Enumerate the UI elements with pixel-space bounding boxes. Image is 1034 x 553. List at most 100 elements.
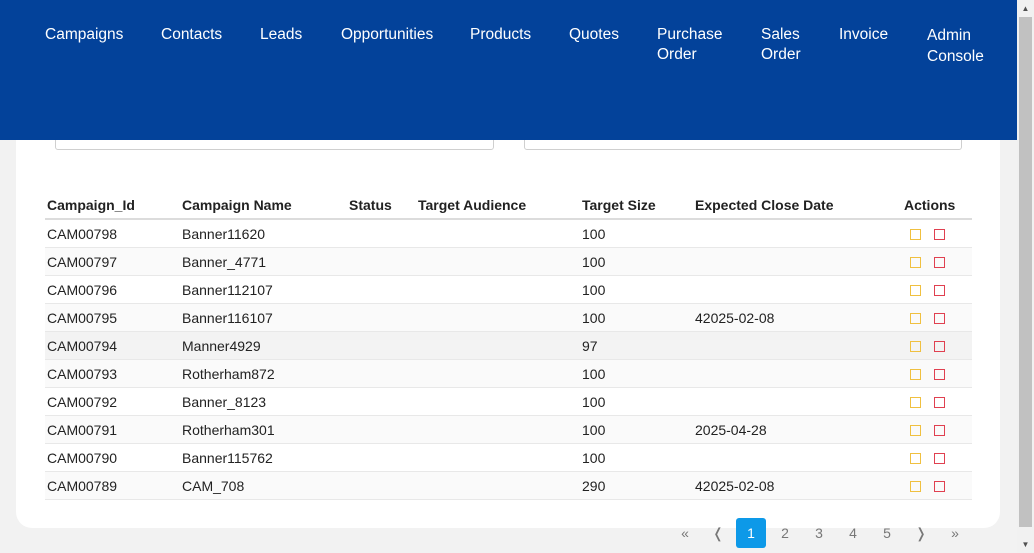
last-page-button[interactable]: » — [940, 518, 970, 548]
prev-page-button[interactable]: ❬ — [703, 518, 733, 548]
edit-icon[interactable] — [910, 453, 921, 465]
cell-target-audience — [416, 415, 580, 444]
page-1-button[interactable]: 1 — [736, 518, 766, 548]
cell-status — [347, 275, 416, 304]
edit-icon[interactable] — [910, 425, 921, 437]
header-target-size[interactable]: Target Size — [580, 191, 693, 220]
nav-purchase-order-line1: Purchase — [657, 26, 723, 43]
table-row[interactable]: CAM00790 Banner115762 100 — [45, 443, 972, 472]
page-3-button[interactable]: 3 — [804, 518, 834, 548]
table-row[interactable]: CAM00797 Banner_4771 100 — [45, 247, 972, 276]
page-2-button[interactable]: 2 — [770, 518, 800, 548]
cell-campaign-name: Banner_8123 — [180, 387, 347, 416]
edit-icon[interactable] — [910, 341, 921, 353]
table-row[interactable]: CAM00798 Banner11620 100 — [45, 219, 972, 248]
cell-status — [347, 443, 416, 472]
nav-sales-order-line2: Order — [761, 46, 801, 63]
cell-campaign-name: Rotherham301 — [180, 415, 347, 444]
vertical-scrollbar[interactable]: ▲ ▼ — [1017, 0, 1034, 553]
page-5-button[interactable]: 5 — [872, 518, 902, 548]
edit-icon[interactable] — [910, 481, 921, 493]
table-row[interactable]: CAM00796 Banner112107 100 — [45, 275, 972, 304]
cell-target-size: 100 — [580, 387, 693, 416]
nav-leads[interactable]: Leads — [260, 25, 302, 45]
delete-icon[interactable] — [934, 481, 945, 493]
edit-icon[interactable] — [910, 369, 921, 381]
cell-campaign-id: CAM00789 — [45, 471, 180, 500]
delete-icon[interactable] — [934, 453, 945, 465]
table-row[interactable]: CAM00793 Rotherham872 100 — [45, 359, 972, 388]
nav-invoice[interactable]: Invoice — [839, 25, 888, 45]
delete-icon[interactable] — [934, 425, 945, 437]
page-4-button[interactable]: 4 — [838, 518, 868, 548]
nav-purchase-order[interactable]: Purchase Order — [657, 25, 722, 65]
cell-status — [347, 219, 416, 248]
next-page-button[interactable]: ❭ — [906, 518, 936, 548]
nav-campaigns[interactable]: Campaigns — [45, 25, 123, 45]
nav-admin-console[interactable]: Admin Console — [927, 25, 984, 67]
cell-expected-close-date: 42025-02-08 — [693, 303, 902, 332]
cell-target-audience — [416, 247, 580, 276]
delete-icon[interactable] — [934, 369, 945, 381]
cell-target-size: 100 — [580, 219, 693, 248]
table-row[interactable]: CAM00794 Manner4929 97 — [45, 331, 972, 360]
edit-icon[interactable] — [910, 257, 921, 269]
cell-expected-close-date — [693, 247, 902, 276]
cell-campaign-name: Rotherham872 — [180, 359, 347, 388]
cell-expected-close-date: 42025-02-08 — [693, 471, 902, 500]
cell-expected-close-date — [693, 275, 902, 304]
delete-icon[interactable] — [934, 341, 945, 353]
edit-icon[interactable] — [910, 229, 921, 241]
delete-icon[interactable] — [934, 313, 945, 325]
cell-actions — [902, 387, 972, 416]
table-row[interactable]: CAM00789 CAM_708 290 42025-02-08 — [45, 471, 972, 500]
nav-contacts[interactable]: Contacts — [161, 25, 222, 45]
cell-target-audience — [416, 219, 580, 248]
edit-icon[interactable] — [910, 285, 921, 297]
table-body: CAM00798 Banner11620 100 CAM00797 Banner_477… — [45, 219, 972, 500]
delete-icon[interactable] — [934, 397, 945, 409]
table-row[interactable]: CAM00795 Banner116107 100 42025-02-08 — [45, 303, 972, 332]
nav-sales-order[interactable]: Sales Order — [761, 25, 801, 65]
nav-products[interactable]: Products — [470, 25, 531, 45]
table-row[interactable]: CAM00791 Rotherham301 100 2025-04-28 — [45, 415, 972, 444]
cell-target-audience — [416, 275, 580, 304]
nav-sales-order-line1: Sales — [761, 26, 800, 43]
cell-campaign-name: Banner112107 — [180, 275, 347, 304]
cell-target-size: 100 — [580, 303, 693, 332]
cell-status — [347, 387, 416, 416]
nav-quotes[interactable]: Quotes — [569, 25, 619, 45]
cell-target-size: 100 — [580, 247, 693, 276]
header-campaign-id[interactable]: Campaign_Id — [45, 191, 180, 220]
cell-campaign-name: Banner116107 — [180, 303, 347, 332]
header-target-audience[interactable]: Target Audience — [416, 191, 580, 220]
cell-campaign-id: CAM00793 — [45, 359, 180, 388]
first-page-button[interactable]: « — [670, 518, 700, 548]
cell-status — [347, 359, 416, 388]
cell-campaign-id: CAM00795 — [45, 303, 180, 332]
cell-target-audience — [416, 331, 580, 360]
edit-icon[interactable] — [910, 397, 921, 409]
cell-actions — [902, 247, 972, 276]
nav-admin-console-line1: Admin — [927, 27, 971, 44]
cell-actions — [902, 415, 972, 444]
campaigns-table: Campaign_Id Campaign Name Status Target … — [45, 191, 972, 500]
nav-opportunities[interactable]: Opportunities — [341, 25, 433, 45]
cell-target-audience — [416, 303, 580, 332]
cell-status — [347, 331, 416, 360]
delete-icon[interactable] — [934, 229, 945, 241]
edit-icon[interactable] — [910, 313, 921, 325]
scroll-thumb[interactable] — [1019, 17, 1032, 527]
scroll-up-icon[interactable]: ▲ — [1017, 0, 1034, 17]
cell-target-audience — [416, 359, 580, 388]
delete-icon[interactable] — [934, 285, 945, 297]
header-expected-close-date[interactable]: Expected Close Date — [693, 191, 902, 220]
scroll-down-icon[interactable]: ▼ — [1017, 536, 1034, 553]
cell-campaign-id: CAM00791 — [45, 415, 180, 444]
header-status[interactable]: Status — [347, 191, 416, 220]
cell-status — [347, 471, 416, 500]
cell-campaign-name: Banner115762 — [180, 443, 347, 472]
delete-icon[interactable] — [934, 257, 945, 269]
header-campaign-name[interactable]: Campaign Name — [180, 191, 347, 220]
table-row[interactable]: CAM00792 Banner_8123 100 — [45, 387, 972, 416]
